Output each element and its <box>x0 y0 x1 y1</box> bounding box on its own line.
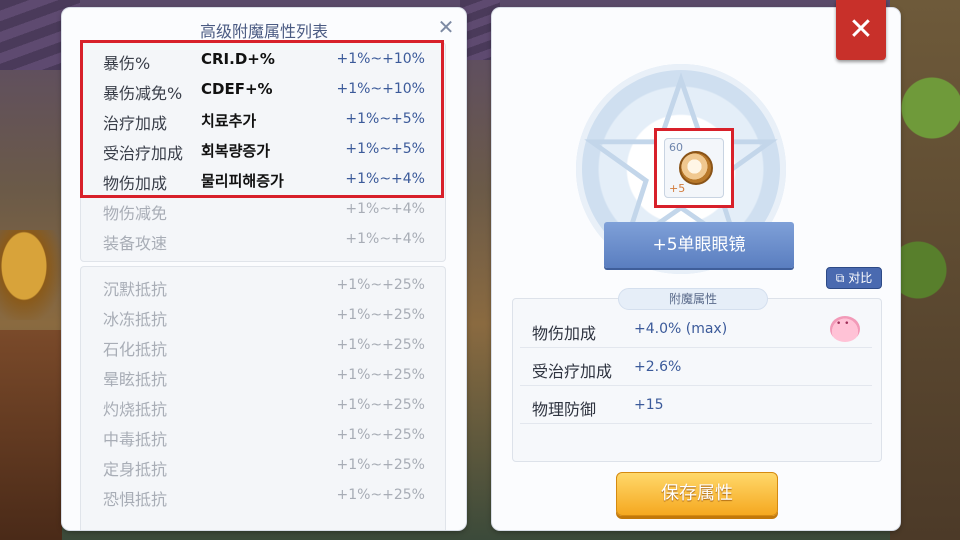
attribute-name: 沉默抵抗 <box>103 280 168 299</box>
item-name-ribbon: +5单眼眼镜 <box>590 222 808 268</box>
attribute-range: +1%~+25% <box>336 337 425 353</box>
list-item: 沉默抵抗 +1%~+25% <box>81 271 445 301</box>
attribute-range: +1%~+25% <box>336 277 425 293</box>
attribute-name: 装备攻速 <box>103 234 168 253</box>
attribute-name: 物伤减免 <box>103 204 168 223</box>
list-item: 暴伤% CRI.D+% +1%~+10% <box>81 45 445 75</box>
close-button[interactable]: ✕ <box>836 0 886 60</box>
attribute-range: +1%~+25% <box>336 367 425 383</box>
attribute-name: 受治疗加成 <box>103 144 184 163</box>
attribute-range: +1%~+25% <box>336 457 425 473</box>
attribute-korean-label: 치료추가 <box>201 112 257 130</box>
list-item: 冰冻抵抗 +1%~+25% <box>81 301 445 331</box>
attribute-row: 受治疗加成 +2.6% <box>520 350 872 386</box>
attribute-name: 物伤加成 <box>103 174 168 193</box>
attribute-range: +1%~+5% <box>345 111 425 127</box>
attribute-range: +1%~+4% <box>345 231 425 247</box>
attribute-list-top[interactable]: 暴伤% CRI.D+% +1%~+10% 暴伤减免% CDEF+% +1%~+1… <box>80 42 446 262</box>
attribute-range: +1%~+5% <box>345 141 425 157</box>
compare-icon: ⧉ <box>835 271 845 285</box>
attribute-value: +15 <box>634 397 664 413</box>
attribute-row: 物伤加成 +4.0% (max) <box>520 312 872 348</box>
compare-button[interactable]: ⧉ 对比 <box>826 267 882 289</box>
background-statue <box>0 230 60 320</box>
poring-face-icon <box>830 316 860 342</box>
item-slot[interactable]: 60 +5 <box>664 138 724 198</box>
attribute-row: 物理防御 +15 <box>520 388 872 424</box>
attribute-name: 恐惧抵抗 <box>103 490 168 509</box>
monocle-icon <box>679 151 713 185</box>
attribute-range: +1%~+10% <box>336 81 425 97</box>
attribute-name: 治疗加成 <box>103 114 168 133</box>
compare-label: 对比 <box>848 271 873 285</box>
list-item: 装备攻速 +1%~+4% <box>81 225 445 255</box>
list-item: 治疗加成 치료추가 +1%~+5% <box>81 105 445 135</box>
attribute-name: 物理防御 <box>532 400 597 419</box>
background-cart <box>0 330 62 540</box>
panel-title: 高级附魔属性列表 <box>199 22 328 41</box>
attribute-value: +2.6% <box>634 359 682 375</box>
attribute-name: 定身抵抗 <box>103 460 168 479</box>
list-item: 晕眩抵抗 +1%~+25% <box>81 361 445 391</box>
list-item: 恐惧抵抗 +1%~+25% <box>81 481 445 511</box>
item-highlight-box: 60 +5 <box>654 128 734 208</box>
list-item: 物伤减免 +1%~+4% <box>81 195 445 225</box>
attribute-korean-label: CDEF+% <box>201 80 273 98</box>
close-icon[interactable]: ✕ <box>436 17 456 37</box>
attribute-value: +4.0% (max) <box>634 321 728 337</box>
list-item: 中毒抵抗 +1%~+25% <box>81 421 445 451</box>
item-refine-level: +5 <box>669 182 686 195</box>
attribute-range: +1%~+10% <box>336 51 425 67</box>
list-item: 暴伤减免% CDEF+% +1%~+10% <box>81 75 445 105</box>
attribute-tab: 附魔属性 <box>618 288 768 310</box>
attribute-list-bottom[interactable]: 沉默抵抗 +1%~+25% 冰冻抵抗 +1%~+25% 石化抵抗 +1%~+25… <box>80 266 446 530</box>
attribute-name: 暴伤% <box>103 54 151 73</box>
attribute-name: 冰冻抵抗 <box>103 310 168 329</box>
save-attributes-button[interactable]: 保存属性 <box>616 472 778 516</box>
attribute-korean-label: 물리피해증가 <box>201 172 284 190</box>
attribute-range: +1%~+25% <box>336 397 425 413</box>
background-tree <box>890 0 960 540</box>
item-enchant-panel: 60 +5 +5单眼眼镜 ⧉ 对比 附魔属性 物伤加成 +4.0% (max) … <box>492 8 900 530</box>
list-item: 灼烧抵抗 +1%~+25% <box>81 391 445 421</box>
item-level: 60 <box>669 141 683 154</box>
attribute-range: +1%~+25% <box>336 487 425 503</box>
attribute-range: +1%~+4% <box>345 201 425 217</box>
attribute-range: +1%~+25% <box>336 427 425 443</box>
list-item: 石化抵抗 +1%~+25% <box>81 331 445 361</box>
attribute-name: 受治疗加成 <box>532 362 613 381</box>
list-item: 物伤加成 물리피해증가 +1%~+4% <box>81 165 445 195</box>
enchant-attribute-list-panel: 高级附魔属性列表 ✕ 暴伤% CRI.D+% +1%~+10% 暴伤减免% CD… <box>62 8 466 530</box>
attribute-korean-label: 회복량증가 <box>201 142 271 160</box>
attribute-name: 晕眩抵抗 <box>103 370 168 389</box>
attribute-range: +1%~+25% <box>336 307 425 323</box>
attribute-name: 中毒抵抗 <box>103 430 168 449</box>
attribute-range: +1%~+4% <box>345 171 425 187</box>
attribute-name: 灼烧抵抗 <box>103 400 168 419</box>
attribute-name: 物伤加成 <box>532 324 597 343</box>
attribute-name: 暴伤减免% <box>103 84 183 103</box>
list-item: 定身抵抗 +1%~+25% <box>81 451 445 481</box>
list-item: 受治疗加成 회복량증가 +1%~+5% <box>81 135 445 165</box>
attribute-name: 石化抵抗 <box>103 340 168 359</box>
attribute-korean-label: CRI.D+% <box>201 50 275 68</box>
